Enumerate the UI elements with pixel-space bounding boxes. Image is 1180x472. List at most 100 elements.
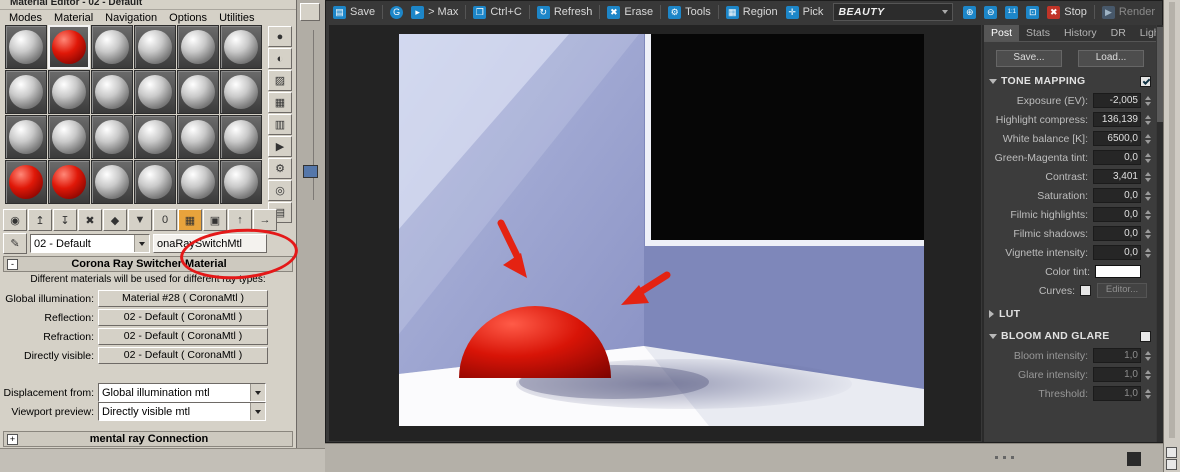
- assign-to-selection-icon[interactable]: ↧: [53, 209, 77, 231]
- curves-checkbox[interactable]: [1080, 285, 1091, 296]
- param-value-field[interactable]: 0,0: [1093, 150, 1141, 165]
- render-button[interactable]: ▶ Render: [1099, 3, 1158, 21]
- param-value-field[interactable]: 136,139: [1093, 112, 1141, 127]
- material-slot[interactable]: [91, 115, 133, 159]
- scrollbar-thumb[interactable]: [1157, 27, 1163, 122]
- material-slot[interactable]: [220, 70, 262, 114]
- material-slot[interactable]: [134, 25, 176, 69]
- material-slot[interactable]: [48, 25, 90, 69]
- render-element-combo[interactable]: BEAUTY: [833, 3, 954, 21]
- put-to-library-icon[interactable]: ▼: [128, 209, 152, 231]
- menu-item[interactable]: Modes: [3, 12, 48, 24]
- spinner[interactable]: [1143, 369, 1152, 380]
- video-color-check-icon[interactable]: ▥: [268, 114, 292, 135]
- material-editor-titlebar[interactable]: Material Editor - 02 - Default: [0, 0, 296, 10]
- material-name-combo[interactable]: 02 - Default: [30, 234, 150, 253]
- select-by-material-icon[interactable]: ◎: [268, 180, 292, 201]
- spinner[interactable]: [1143, 171, 1152, 182]
- copy-button[interactable]: ❐ Ctrl+C: [470, 3, 524, 21]
- spinner[interactable]: [1143, 228, 1152, 239]
- put-to-scene-icon[interactable]: ↥: [28, 209, 52, 231]
- preview-combo[interactable]: Global illumination mtl: [98, 383, 266, 402]
- material-slot[interactable]: [5, 25, 47, 69]
- spinner[interactable]: [1143, 350, 1152, 361]
- menu-item[interactable]: Utilities: [213, 12, 260, 24]
- menu-item[interactable]: Navigation: [99, 12, 163, 24]
- tab-history[interactable]: History: [1057, 25, 1104, 41]
- zoom-out-button[interactable]: ⊖: [981, 3, 1000, 21]
- ray-material-slot-button[interactable]: Material #28 ( CoronaMtl ): [98, 290, 268, 307]
- param-value-field[interactable]: 3,401: [1093, 169, 1141, 184]
- tab-post[interactable]: Post: [984, 25, 1020, 41]
- tab-dr[interactable]: DR: [1104, 25, 1133, 41]
- tools-button[interactable]: ⚙ Tools: [665, 3, 714, 21]
- material-slot[interactable]: [177, 70, 219, 114]
- material-slot[interactable]: [5, 160, 47, 204]
- stop-button[interactable]: ✖ Stop: [1044, 3, 1090, 21]
- material-type-button[interactable]: onaRaySwitchMtl: [153, 234, 267, 253]
- save-settings-button[interactable]: Save...: [996, 50, 1062, 67]
- material-slot[interactable]: [91, 70, 133, 114]
- param-value-field[interactable]: 0,0: [1093, 226, 1141, 241]
- param-value-field[interactable]: 0,0: [1093, 207, 1141, 222]
- expand-icon[interactable]: +: [7, 433, 18, 445]
- material-slot[interactable]: [177, 115, 219, 159]
- gamma-button[interactable]: G: [387, 3, 406, 21]
- curves-editor-button[interactable]: Editor...: [1097, 283, 1147, 298]
- material-slot[interactable]: [134, 160, 176, 204]
- color-tint-swatch[interactable]: [1095, 265, 1141, 278]
- material-slot[interactable]: [220, 25, 262, 69]
- make-unique-icon[interactable]: ◆: [103, 209, 127, 231]
- panel-checkbox-fragment[interactable]: [1166, 459, 1177, 470]
- bloom-glare-checkbox[interactable]: [1140, 330, 1151, 342]
- param-value-field[interactable]: 1,0: [1093, 367, 1141, 382]
- param-value-field[interactable]: 0,0: [1093, 245, 1141, 260]
- sample-type-sphere-icon[interactable]: ●: [268, 26, 292, 47]
- chevron-down-icon[interactable]: [250, 384, 265, 401]
- zoom-actual-button[interactable]: 1:1: [1002, 3, 1021, 21]
- save-button[interactable]: ▤ Save: [330, 3, 378, 21]
- material-slot[interactable]: [5, 70, 47, 114]
- param-value-field[interactable]: -2,005: [1093, 93, 1141, 108]
- region-button[interactable]: ▦ Region: [723, 3, 781, 21]
- bloom-glare-header[interactable]: BLOOM AND GLARE: [989, 328, 1151, 344]
- rollout-corona-ray-switcher[interactable]: - Corona Ray Switcher Material: [3, 256, 293, 272]
- material-slot[interactable]: [91, 160, 133, 204]
- menu-item[interactable]: Options: [163, 12, 213, 24]
- refresh-button[interactable]: ↻ Refresh: [534, 3, 596, 21]
- tab-stats[interactable]: Stats: [1019, 25, 1057, 41]
- chevron-down-icon[interactable]: [250, 403, 265, 420]
- erase-button[interactable]: ✖ Erase: [604, 3, 656, 21]
- param-value-field[interactable]: 1,0: [1093, 386, 1141, 401]
- spinner[interactable]: [1143, 152, 1152, 163]
- show-map-in-viewport-icon[interactable]: ▦: [178, 209, 202, 231]
- tone-mapping-checkbox[interactable]: [1140, 75, 1151, 87]
- material-slot[interactable]: [48, 70, 90, 114]
- pick-material-eyedropper-icon[interactable]: ✎: [3, 233, 27, 254]
- material-slot[interactable]: [220, 160, 262, 204]
- panel-scrollbar[interactable]: [1157, 25, 1163, 442]
- get-material-icon[interactable]: ◉: [3, 209, 27, 231]
- param-value-field[interactable]: 1,0: [1093, 348, 1141, 363]
- spinner[interactable]: [1143, 247, 1152, 258]
- scrollbar-groove[interactable]: [1169, 2, 1175, 438]
- material-slot[interactable]: [177, 160, 219, 204]
- tab-lightmix[interactable]: LightMix: [1133, 25, 1156, 41]
- spinner[interactable]: [1143, 114, 1152, 125]
- pick-button[interactable]: ✛ Pick: [783, 3, 827, 21]
- collapse-icon[interactable]: -: [7, 258, 18, 270]
- go-to-parent-icon[interactable]: ↑: [228, 209, 252, 231]
- material-slot[interactable]: [91, 25, 133, 69]
- preview-combo[interactable]: Directly visible mtl: [98, 402, 266, 421]
- spinner[interactable]: [1143, 190, 1152, 201]
- to-max-button[interactable]: ▸ > Max: [408, 3, 461, 21]
- menu-item[interactable]: Material: [48, 12, 99, 24]
- zoom-in-button[interactable]: ⊕: [960, 3, 979, 21]
- param-value-field[interactable]: 6500,0: [1093, 131, 1141, 146]
- load-settings-button[interactable]: Load...: [1078, 50, 1144, 67]
- ray-material-slot-button[interactable]: 02 - Default ( CoronaMtl ): [98, 309, 268, 326]
- go-forward-icon[interactable]: →: [253, 209, 277, 231]
- material-slot[interactable]: [134, 115, 176, 159]
- material-slot[interactable]: [5, 115, 47, 159]
- backlight-icon[interactable]: ◐: [268, 48, 292, 69]
